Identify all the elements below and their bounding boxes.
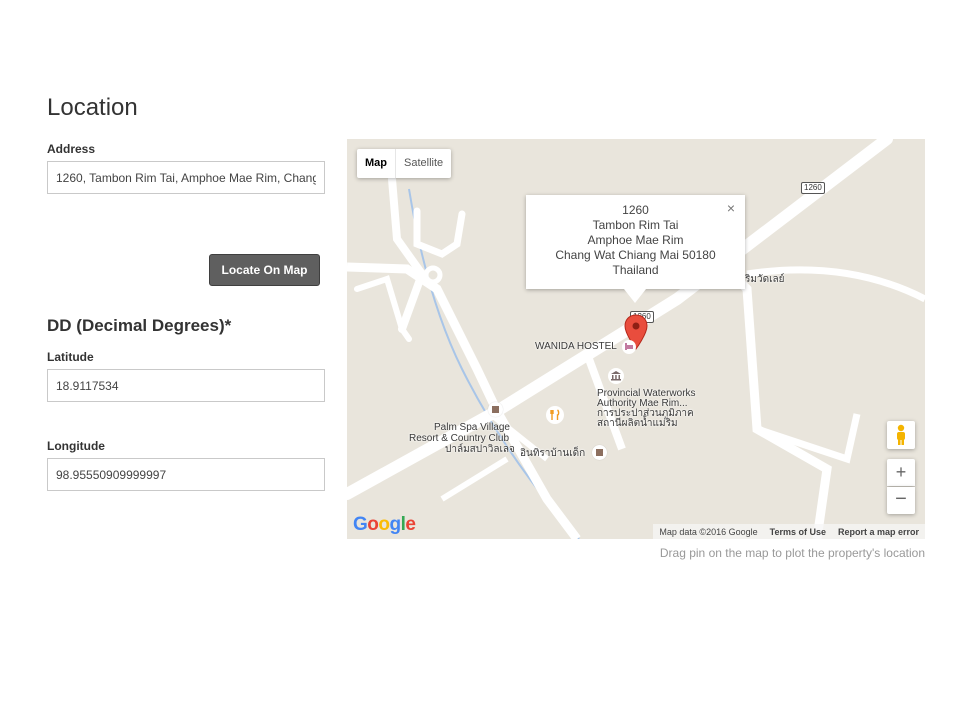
info-line-number: 1260 (622, 203, 649, 217)
waterworks-label-4: สถานีผลิตน้ำแม่ริม (597, 418, 678, 429)
info-line-district: Amphoe Mae Rim (587, 233, 684, 247)
longitude-label: Longitude (47, 439, 105, 453)
address-info-window: 1260 Tambon Rim Tai Amphoe Mae Rim Chang… (526, 195, 745, 303)
google-logo: Google (353, 514, 416, 535)
locate-on-map-button[interactable]: Locate On Map (209, 254, 320, 286)
map-data-credit: Map data ©2016 Google (659, 526, 758, 537)
palm-spa-poi-marker (488, 402, 503, 417)
map-type-map-button[interactable]: Map (357, 149, 395, 178)
map-hint-text: Drag pin on the map to plot the property… (659, 546, 925, 560)
zoom-out-button[interactable]: − (887, 487, 915, 514)
info-line-province: Chang Wat Chiang Mai 50180 (555, 248, 716, 262)
inthira-label: อินทิราบ้านเด็ก (520, 448, 586, 459)
address-label: Address (47, 142, 96, 156)
info-window-tail (624, 289, 646, 303)
decimal-degrees-heading: DD (Decimal Degrees)* (47, 316, 232, 335)
longitude-field[interactable] (47, 458, 325, 491)
map-attribution-bar: Map data ©2016 Google Terms of Use Repor… (653, 524, 925, 539)
latitude-label: Latitude (47, 350, 94, 364)
route-1260-shield-top: 1260 (801, 182, 825, 194)
terms-of-use-link[interactable]: Terms of Use (770, 527, 826, 537)
pegman-button[interactable] (887, 421, 915, 449)
hotel-icon (622, 340, 636, 354)
pegman-icon (897, 424, 905, 445)
info-line-country: Thailand (612, 263, 659, 277)
address-field[interactable] (47, 161, 325, 194)
museum-icon (608, 368, 624, 384)
palm-spa-label-1: Palm Spa Village (434, 422, 510, 433)
map-type-satellite-button[interactable]: Satellite (396, 149, 451, 178)
restaurant-icon (546, 406, 564, 424)
map-canvas[interactable]: Map Satellite 1260 1260 ริมวัดเลย์ 1260 … (347, 139, 925, 539)
latitude-field[interactable] (47, 369, 325, 402)
zoom-in-button[interactable]: + (887, 459, 915, 486)
info-line-subdistrict: Tambon Rim Tai (592, 218, 679, 232)
map-type-control: Map Satellite (357, 149, 452, 178)
close-icon[interactable]: × (727, 201, 735, 216)
inthira-poi-marker (592, 445, 607, 460)
report-map-error-link[interactable]: Report a map error (838, 527, 919, 537)
palm-spa-label-2: Resort & Country Club (409, 433, 510, 444)
road-label-thai: ริมวัดเลย์ (745, 274, 785, 285)
page-title: Location (47, 94, 138, 121)
palm-spa-label-3: ปาล์มสปาวิลเลจ (445, 444, 515, 455)
wanida-hostel-label: WANIDA HOSTEL (535, 341, 617, 352)
